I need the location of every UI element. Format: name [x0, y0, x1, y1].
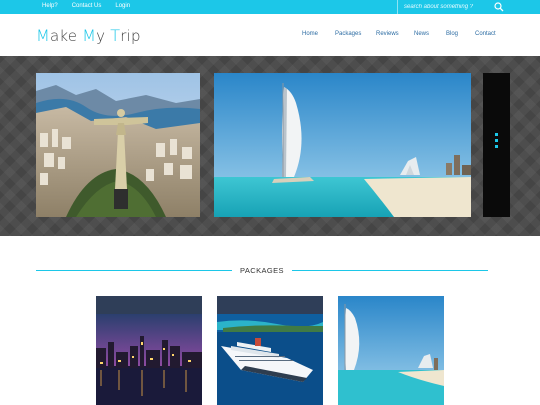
search-icon[interactable]: [494, 2, 504, 12]
package-card-cruise[interactable]: [217, 296, 323, 405]
site-logo[interactable]: Make My Trip: [36, 26, 141, 45]
logo-letter: M: [36, 26, 51, 45]
nav-home[interactable]: Home: [302, 31, 318, 37]
nav-packages[interactable]: Packages: [335, 31, 361, 37]
logo-letter: M: [82, 26, 97, 45]
package-card-city[interactable]: [96, 296, 202, 405]
hero-slider: [0, 56, 540, 236]
slide-rio-image[interactable]: [36, 73, 200, 217]
search-input[interactable]: [404, 2, 504, 12]
package-card-dubai[interactable]: [338, 296, 444, 405]
logo-letter: T: [110, 26, 121, 45]
logo-text: ake: [50, 27, 83, 45]
help-link[interactable]: Help?: [42, 3, 58, 9]
nav-news[interactable]: News: [414, 31, 429, 37]
site-header: Make My Trip Home Packages Reviews News …: [0, 14, 540, 56]
slide-dark-panel[interactable]: [483, 73, 510, 217]
top-bar: Help? Contact Us Login: [0, 0, 540, 14]
nav-contact[interactable]: Contact: [475, 31, 496, 37]
packages-heading-wrap: PACKAGES: [36, 264, 488, 278]
nav-reviews[interactable]: Reviews: [376, 31, 399, 37]
slider-dots[interactable]: [495, 133, 498, 148]
packages-title: PACKAGES: [240, 266, 284, 275]
slide-dubai-image[interactable]: [214, 73, 471, 217]
logo-text: rip: [120, 27, 141, 45]
login-link[interactable]: Login: [115, 3, 130, 9]
contact-us-link[interactable]: Contact Us: [72, 3, 102, 9]
top-links: Help? Contact Us Login: [42, 3, 130, 9]
nav-blog[interactable]: Blog: [446, 31, 458, 37]
logo-text: y: [96, 27, 111, 45]
search-box: [397, 0, 540, 14]
